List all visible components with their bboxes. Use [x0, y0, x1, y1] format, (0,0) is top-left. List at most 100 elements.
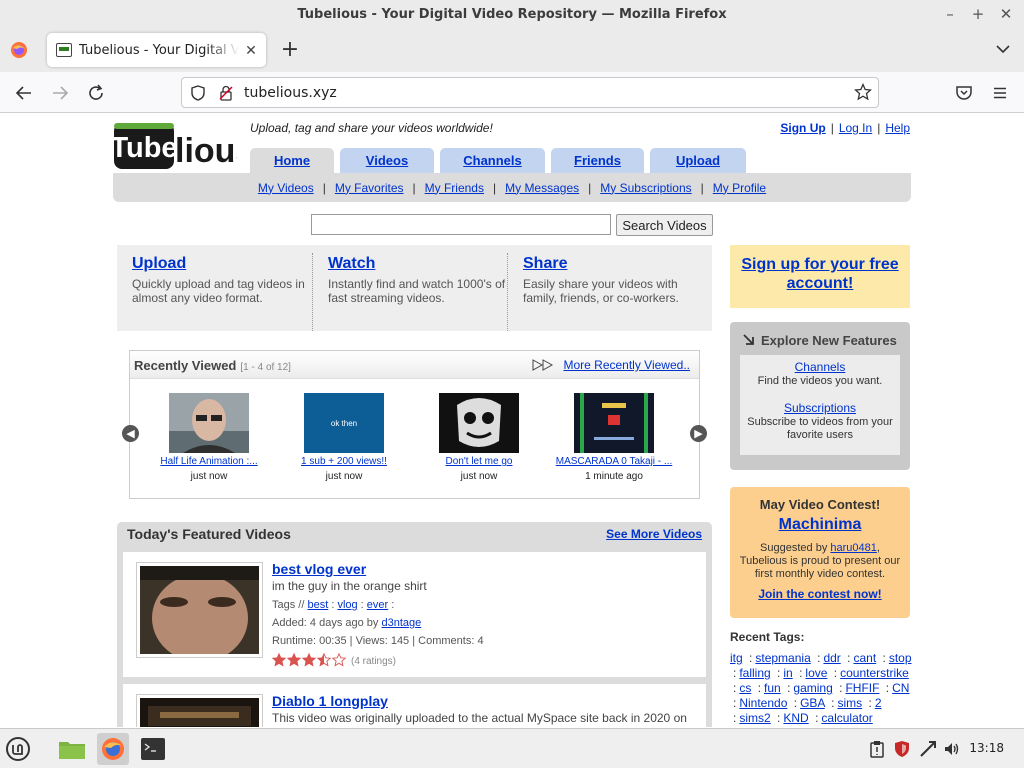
author-link[interactable]: d3ntage	[381, 617, 421, 629]
url-text[interactable]: tubelious.xyz	[244, 85, 337, 101]
tab-friends-label[interactable]: Friends	[574, 153, 621, 168]
recent-tag-link[interactable]: FHFIF	[845, 681, 879, 695]
recent-tag-link[interactable]: cs	[739, 681, 751, 695]
join-contest-link[interactable]: Join the contest now!	[758, 587, 881, 601]
recent-tag-link[interactable]: GBA	[800, 696, 825, 710]
bookmark-star-icon[interactable]	[853, 82, 873, 101]
suggested-by-user-link[interactable]: haru0481	[830, 542, 877, 554]
recent-video-title[interactable]: Half Life Animation :...	[149, 456, 269, 467]
recent-tag-link[interactable]: calculator	[821, 711, 872, 725]
recent-video-title[interactable]: 1 sub + 200 views!!	[284, 456, 404, 467]
recent-tag-link[interactable]: stepmania	[755, 651, 810, 665]
recent-tag-link[interactable]: ddr	[823, 651, 840, 665]
taskbar-clock[interactable]: 13:18	[969, 741, 1004, 755]
video-thumbnail-blue[interactable]: ok then	[304, 393, 384, 453]
recent-tag-link[interactable]: 2	[875, 696, 882, 710]
signup-promo-link[interactable]: Sign up for your free account!	[741, 256, 898, 292]
my-messages-link[interactable]: My Messages	[505, 181, 579, 195]
shield-security-icon[interactable]	[891, 735, 913, 763]
recent-tag-link[interactable]: Nintendo	[739, 696, 787, 710]
help-link[interactable]: Help	[885, 121, 910, 135]
tab-home-label[interactable]: Home	[274, 153, 310, 168]
recent-tag-link[interactable]: sims2	[739, 711, 770, 725]
featured-video-title[interactable]: best vlog ever	[272, 561, 366, 577]
contest-name-link[interactable]: Machinima	[779, 516, 862, 534]
more-recently-viewed-link[interactable]: More Recently Viewed..	[563, 358, 690, 372]
my-profile-link[interactable]: My Profile	[713, 181, 766, 195]
tab-tubelious[interactable]: Tubelious - Your Digital Video Repositor…	[47, 33, 266, 67]
featured-video-title[interactable]: Diablo 1 longplay	[272, 693, 388, 709]
my-favorites-link[interactable]: My Favorites	[335, 181, 404, 195]
video-thumbnail-diablo[interactable]	[136, 694, 263, 727]
terminal-icon[interactable]	[139, 735, 167, 763]
recent-tag-link[interactable]: sims	[837, 696, 862, 710]
firefox-taskbar-icon[interactable]	[97, 733, 129, 765]
clipboard-icon[interactable]	[866, 735, 888, 763]
video-thumbnail-vlog[interactable]	[136, 562, 263, 662]
tag-link[interactable]: ever	[367, 599, 388, 611]
rating-star[interactable]	[301, 652, 317, 667]
list-tabs-chevron-icon[interactable]	[994, 40, 1012, 58]
recent-tag-link[interactable]: falling	[739, 666, 770, 680]
video-thumbnail-mask[interactable]	[439, 393, 519, 453]
mint-menu-icon[interactable]	[4, 735, 32, 763]
files-folder-icon[interactable]	[58, 735, 86, 763]
close-window-button[interactable]: ✕	[992, 3, 1020, 25]
video-thumbnail-game[interactable]	[574, 393, 654, 453]
firefox-icon[interactable]	[9, 40, 29, 60]
tab-home[interactable]: Home	[250, 148, 334, 173]
recent-tag-link[interactable]: counterstrike	[840, 666, 909, 680]
tag-link[interactable]: best	[307, 599, 328, 611]
rating-star[interactable]	[331, 652, 347, 667]
log-in-link[interactable]: Log In	[839, 121, 872, 135]
tab-upload-label[interactable]: Upload	[676, 153, 720, 168]
rating-star[interactable]	[286, 652, 302, 667]
network-icon[interactable]	[917, 735, 939, 763]
recent-tag-link[interactable]: crash	[739, 726, 768, 727]
scroll-left-arrow-icon[interactable]: ◀	[122, 425, 139, 442]
sign-up-link[interactable]: Sign Up	[780, 121, 825, 135]
my-friends-link[interactable]: My Friends	[425, 181, 484, 195]
tubelious-logo[interactable]: Tube lious	[110, 120, 254, 172]
recent-tag-link[interactable]: cant	[853, 651, 876, 665]
tab-upload[interactable]: Upload	[650, 148, 746, 173]
recent-tag-link[interactable]: itg	[730, 651, 743, 665]
search-input[interactable]	[311, 214, 611, 235]
search-videos-button[interactable]: Search Videos	[616, 214, 713, 236]
recent-video-title[interactable]: MASCARADA 0 Takaji - ...	[554, 456, 674, 467]
tag-link[interactable]: vlog	[337, 599, 357, 611]
channels-link[interactable]: Channels	[795, 360, 846, 374]
see-more-videos-link[interactable]: See More Videos	[606, 527, 702, 541]
intro-upload-link[interactable]: Upload	[132, 255, 186, 272]
rating-star[interactable]	[271, 652, 287, 667]
tab-videos-label[interactable]: Videos	[366, 153, 408, 168]
new-tab-button[interactable]: +	[279, 37, 301, 62]
back-arrow-icon[interactable]	[11, 80, 37, 106]
recent-tag-link[interactable]: in	[783, 666, 792, 680]
reload-icon[interactable]	[83, 80, 109, 106]
recent-tag-link[interactable]: love	[805, 666, 827, 680]
close-tab-icon[interactable]: ✕	[242, 41, 260, 59]
scroll-right-arrow-icon[interactable]: ▶	[690, 425, 707, 442]
volume-icon[interactable]	[941, 735, 963, 763]
tab-friends[interactable]: Friends	[551, 148, 644, 173]
my-videos-link[interactable]: My Videos	[258, 181, 314, 195]
rating-stars-icon[interactable]	[271, 652, 347, 670]
intro-share-link[interactable]: Share	[523, 255, 567, 272]
subscriptions-link[interactable]: Subscriptions	[784, 401, 856, 415]
forward-arrow-icon[interactable]	[47, 80, 73, 106]
star-rating[interactable]: (4 ratings)	[271, 652, 697, 670]
hamburger-menu-icon[interactable]	[987, 80, 1013, 106]
tab-videos[interactable]: Videos	[340, 148, 434, 173]
pocket-icon[interactable]	[951, 80, 977, 106]
recent-tag-link[interactable]: stop	[889, 651, 912, 665]
tab-channels-label[interactable]: Channels	[463, 153, 522, 168]
recent-tag-link[interactable]: CN	[892, 681, 909, 695]
maximize-button[interactable]: +	[964, 3, 992, 25]
double-play-arrow-icon[interactable]	[532, 359, 554, 371]
address-bar[interactable]: tubelious.xyz	[181, 77, 879, 108]
video-thumbnail-bald-man[interactable]	[169, 393, 249, 453]
tab-channels[interactable]: Channels	[440, 148, 545, 173]
intro-watch-link[interactable]: Watch	[328, 255, 375, 272]
rating-star[interactable]	[316, 652, 332, 667]
